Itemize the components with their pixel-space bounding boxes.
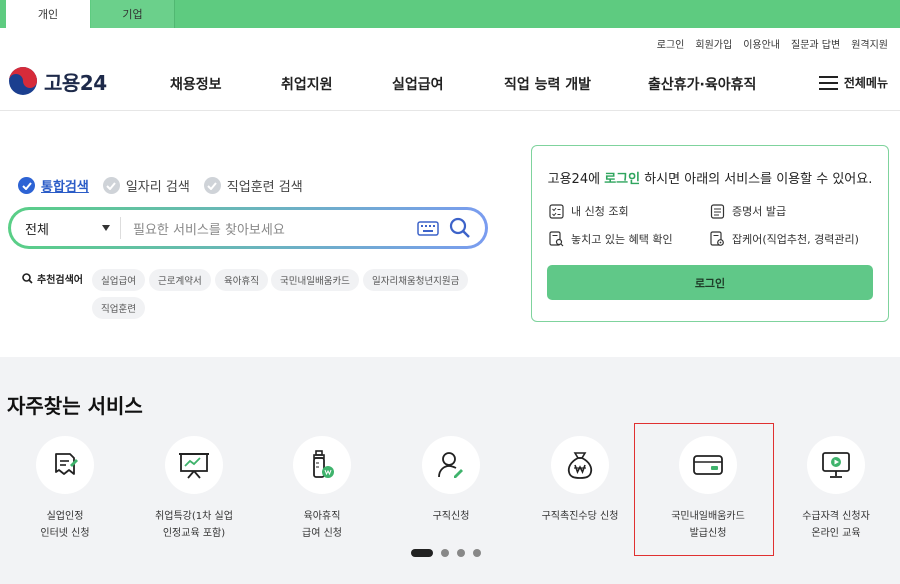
keyword-tag[interactable]: 국민내일배움카드 bbox=[271, 269, 359, 291]
search-tabs: 통합검색 일자리 검색 직업훈련 검색 bbox=[18, 176, 303, 195]
service-icon-circle bbox=[422, 436, 480, 494]
nav-item-unemployment-benefit[interactable]: 실업급여 bbox=[392, 74, 444, 94]
login-button[interactable]: 로그인 bbox=[547, 265, 873, 300]
search-tab-label: 일자리 검색 bbox=[125, 180, 190, 195]
nav-item-jobs[interactable]: 채용정보 bbox=[170, 74, 222, 94]
login-box-title-link[interactable]: 로그인 bbox=[604, 172, 640, 187]
login-benefit-label: 내 신청 조회 bbox=[571, 205, 629, 218]
all-menu-button[interactable]: 전체메뉴 bbox=[818, 74, 888, 91]
lecture-board-icon bbox=[179, 453, 209, 479]
monitor-play-icon bbox=[822, 452, 850, 478]
document-gear-icon bbox=[710, 231, 724, 246]
keyword-tag[interactable]: 일자리채움청년지원금 bbox=[363, 269, 469, 291]
guide-link[interactable]: 이용안내 bbox=[743, 36, 780, 51]
nav-item-employment-support[interactable]: 취업지원 bbox=[281, 74, 333, 94]
search-scope-value: 전체 bbox=[25, 222, 49, 238]
person-edit-icon bbox=[438, 452, 463, 478]
login-benefits-box: 고용24에 로그인 하시면 아래의 서비스를 이용할 수 있어요. 내 신청 조… bbox=[531, 145, 889, 322]
login-box-title: 고용24에 로그인 하시면 아래의 서비스를 이용할 수 있어요. bbox=[532, 168, 888, 187]
service-item[interactable]: 구직촉진수당 신청 bbox=[515, 436, 645, 525]
keyboard-icon[interactable] bbox=[417, 220, 439, 236]
carousel-dot[interactable] bbox=[441, 549, 449, 557]
check-circle-icon bbox=[102, 177, 120, 194]
service-item[interactable]: 취업특강(1차 실업인정교육 포함) bbox=[129, 436, 259, 542]
service-item[interactable]: 구직신청 bbox=[386, 436, 516, 525]
service-item[interactable]: 실업인정인터넷 신청 bbox=[0, 436, 130, 542]
recommended-title: 추천검색어 bbox=[22, 271, 83, 286]
nav-item-parental-leave[interactable]: 출산휴가·육아휴직 bbox=[648, 74, 756, 94]
remote-support-link[interactable]: 원격지원 bbox=[851, 36, 888, 51]
login-benefit-item: 놓치고 있는 혜택 확인 bbox=[549, 231, 673, 247]
main-nav: 채용정보 취업지원 실업급여 직업 능력 개발 출산휴가·육아휴직 bbox=[0, 74, 900, 94]
tab-personal[interactable]: 개인 bbox=[6, 0, 90, 28]
highlight-box bbox=[634, 423, 774, 556]
printer-icon bbox=[710, 203, 725, 219]
check-circle-icon bbox=[18, 177, 35, 194]
signup-link[interactable]: 회원가입 bbox=[695, 36, 732, 51]
keyword-tag[interactable]: 직업훈련 bbox=[92, 297, 145, 319]
service-icon-circle bbox=[165, 436, 223, 494]
checklist-icon bbox=[549, 203, 564, 219]
carousel-pagination bbox=[411, 549, 481, 557]
service-label-line1: 구직신청 bbox=[432, 511, 470, 522]
keyword-tag[interactable]: 육아휴직 bbox=[215, 269, 268, 291]
search-icon bbox=[22, 273, 33, 284]
search-tab-jobs[interactable]: 일자리 검색 bbox=[102, 176, 190, 195]
recommended-title-text: 추천검색어 bbox=[37, 275, 83, 286]
login-benefit-label: 잡케어(직업추천, 경력관리) bbox=[732, 233, 859, 246]
search-tab-label: 통합검색 bbox=[41, 180, 89, 195]
search-input[interactable]: 필요한 서비스를 찾아보세요 bbox=[121, 219, 417, 238]
hamburger-icon bbox=[818, 75, 838, 90]
utility-links: 로그인 회원가입 이용안내 질문과 답변 원격지원 bbox=[657, 36, 888, 51]
login-benefit-label: 놓치고 있는 혜택 확인 bbox=[571, 233, 673, 246]
baby-bottle-icon bbox=[313, 450, 334, 478]
service-label-line1: 구직촉진수당 신청 bbox=[541, 511, 619, 522]
service-label-line1: 수급자격 신청자 bbox=[802, 511, 870, 522]
search-tab-integrated[interactable]: 통합검색 bbox=[18, 176, 89, 195]
service-item[interactable]: 수급자격 신청자온라인 교육 bbox=[771, 436, 900, 542]
carousel-dot[interactable] bbox=[473, 549, 481, 557]
certificate-icon bbox=[55, 453, 78, 475]
service-label-line1: 육아휴직 bbox=[303, 511, 341, 522]
search-box: 전체 필요한 서비스를 찾아보세요 bbox=[8, 207, 488, 249]
money-bag-icon bbox=[567, 452, 593, 479]
header-divider bbox=[0, 110, 900, 111]
service-label-line2: 인정교육 포함) bbox=[162, 528, 226, 539]
service-icon-circle bbox=[807, 436, 865, 494]
qna-link[interactable]: 질문과 답변 bbox=[791, 36, 840, 51]
search-scope-select[interactable]: 전체 bbox=[11, 217, 121, 239]
nav-item-job-training[interactable]: 직업 능력 개발 bbox=[504, 74, 591, 94]
frequent-services-title: 자주찾는 서비스 bbox=[7, 394, 143, 418]
service-label-line1: 취업특강(1차 실업 bbox=[155, 511, 233, 522]
all-menu-label: 전체메뉴 bbox=[843, 76, 888, 90]
login-link[interactable]: 로그인 bbox=[657, 36, 685, 51]
service-icon-circle bbox=[551, 436, 609, 494]
search-tab-label: 직업훈련 검색 bbox=[226, 180, 303, 195]
search-icon[interactable] bbox=[449, 217, 471, 239]
search-tab-training[interactable]: 직업훈련 검색 bbox=[203, 176, 303, 195]
service-icon-circle bbox=[36, 436, 94, 494]
document-search-icon bbox=[549, 231, 564, 247]
service-item[interactable]: 육아휴직급여 신청 bbox=[257, 436, 387, 542]
login-benefit-label: 증명서 발급 bbox=[732, 205, 787, 218]
service-icon-circle bbox=[293, 436, 351, 494]
service-label-line2: 인터넷 신청 bbox=[40, 528, 90, 539]
service-label-line2: 온라인 교육 bbox=[811, 528, 861, 539]
login-box-title-pre: 고용24에 bbox=[547, 172, 605, 187]
carousel-dot-active[interactable] bbox=[411, 549, 433, 557]
login-benefit-item: 잡케어(직업추천, 경력관리) bbox=[710, 231, 859, 247]
login-benefit-item: 내 신청 조회 bbox=[549, 203, 629, 219]
service-label-line2: 급여 신청 bbox=[302, 528, 342, 539]
keyword-tag[interactable]: 실업급여 bbox=[92, 269, 145, 291]
caret-down-icon bbox=[102, 225, 110, 231]
keyword-tag[interactable]: 근로계약서 bbox=[149, 269, 211, 291]
carousel-dot[interactable] bbox=[457, 549, 465, 557]
login-box-title-post: 하시면 아래의 서비스를 이용할 수 있어요. bbox=[640, 172, 873, 187]
tab-business[interactable]: 기업 bbox=[91, 0, 175, 28]
login-benefit-item: 증명서 발급 bbox=[710, 203, 786, 219]
service-label-line1: 실업인정 bbox=[46, 511, 84, 522]
top-bar: 개인 기업 bbox=[0, 0, 900, 28]
check-circle-icon bbox=[203, 177, 221, 194]
